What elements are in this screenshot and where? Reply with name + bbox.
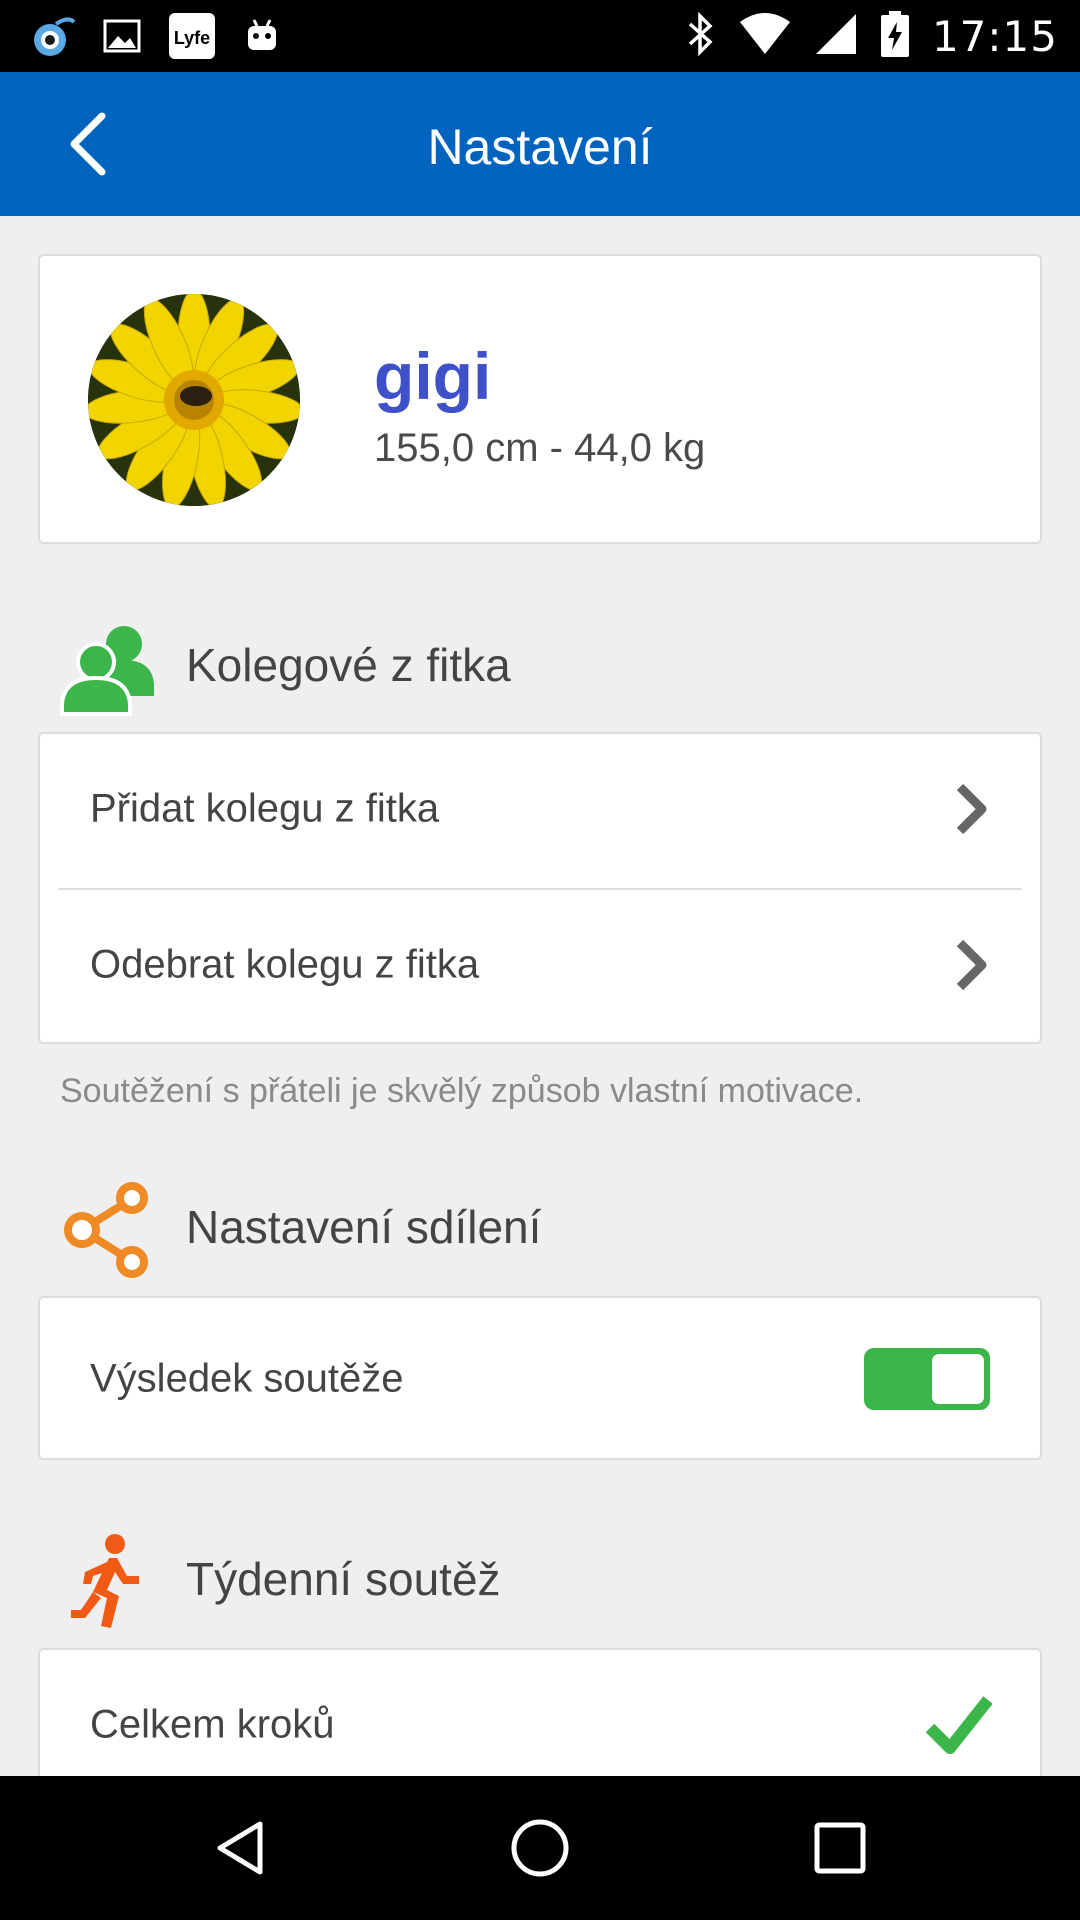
friends-section-title: Kolegové z fitka — [186, 639, 511, 691]
sharing-card: Výsledek soutěže — [38, 1296, 1042, 1460]
total-steps-label: Celkem kroků — [90, 1702, 335, 1747]
contest-result-label: Výsledek soutěže — [90, 1356, 404, 1401]
image-icon — [98, 12, 146, 60]
recents-square-icon — [814, 1822, 866, 1874]
clock: 17:15 — [931, 12, 1058, 61]
contest-result-toggle[interactable] — [864, 1348, 990, 1410]
share-icon — [58, 1180, 158, 1280]
add-friend-row[interactable]: Přidat kolegu z fitka — [40, 734, 1040, 884]
avatar — [88, 294, 300, 506]
system-status: 17:15 — [684, 10, 1058, 63]
nav-recents-button[interactable] — [798, 1806, 882, 1890]
running-person-icon — [58, 1532, 158, 1632]
friends-hint: Soutěžení s přáteli je skvělý způsob vla… — [60, 1072, 864, 1110]
app-bar: Nastavení — [0, 72, 1080, 216]
add-friend-label: Přidat kolegu z fitka — [90, 786, 440, 831]
remove-friend-row[interactable]: Odebrat kolegu z fitka — [40, 890, 1040, 1040]
android-icon — [238, 12, 286, 60]
nav-back-button[interactable] — [198, 1806, 282, 1890]
friends-card: Přidat kolegu z fitka Odebrat kolegu z f… — [38, 732, 1042, 1044]
status-bar: Lyfe 17:15 — [0, 0, 1080, 72]
checkmark-icon — [926, 1696, 992, 1754]
friends-section-header: Kolegové z fitka — [0, 608, 1080, 718]
contest-result-row: Výsledek soutěže — [40, 1304, 1040, 1454]
chevron-right-icon — [956, 783, 987, 835]
profile-stats: 155,0 cm - 44,0 kg — [374, 426, 706, 470]
notification-app-icon — [28, 12, 76, 60]
page-title: Nastavení — [427, 119, 653, 175]
weekly-section-title: Týdenní soutěž — [186, 1553, 501, 1605]
sharing-section-title: Nastavení sdílení — [186, 1201, 542, 1253]
lyfe-icon: Lyfe — [168, 12, 216, 60]
back-triangle-icon — [217, 1821, 263, 1875]
notification-icons: Lyfe — [28, 12, 286, 60]
remove-friend-label: Odebrat kolegu z fitka — [90, 942, 480, 987]
nav-home-button[interactable] — [498, 1806, 582, 1890]
svg-text:Lyfe: Lyfe — [174, 28, 210, 48]
people-icon — [58, 618, 158, 718]
battery-charging-icon — [880, 10, 910, 63]
profile-name: gigi — [374, 339, 492, 413]
bluetooth-icon — [684, 10, 716, 63]
signal-icon — [814, 12, 858, 61]
chevron-right-icon — [956, 939, 987, 991]
home-circle-icon — [511, 1819, 569, 1877]
profile-card[interactable]: gigi 155,0 cm - 44,0 kg — [38, 254, 1042, 544]
wifi-icon — [738, 12, 792, 61]
sharing-section-header: Nastavení sdílení — [0, 1170, 1080, 1280]
navigation-bar — [0, 1776, 1080, 1920]
weekly-section-header: Týdenní soutěž — [0, 1522, 1080, 1632]
toggle-knob — [932, 1354, 984, 1404]
